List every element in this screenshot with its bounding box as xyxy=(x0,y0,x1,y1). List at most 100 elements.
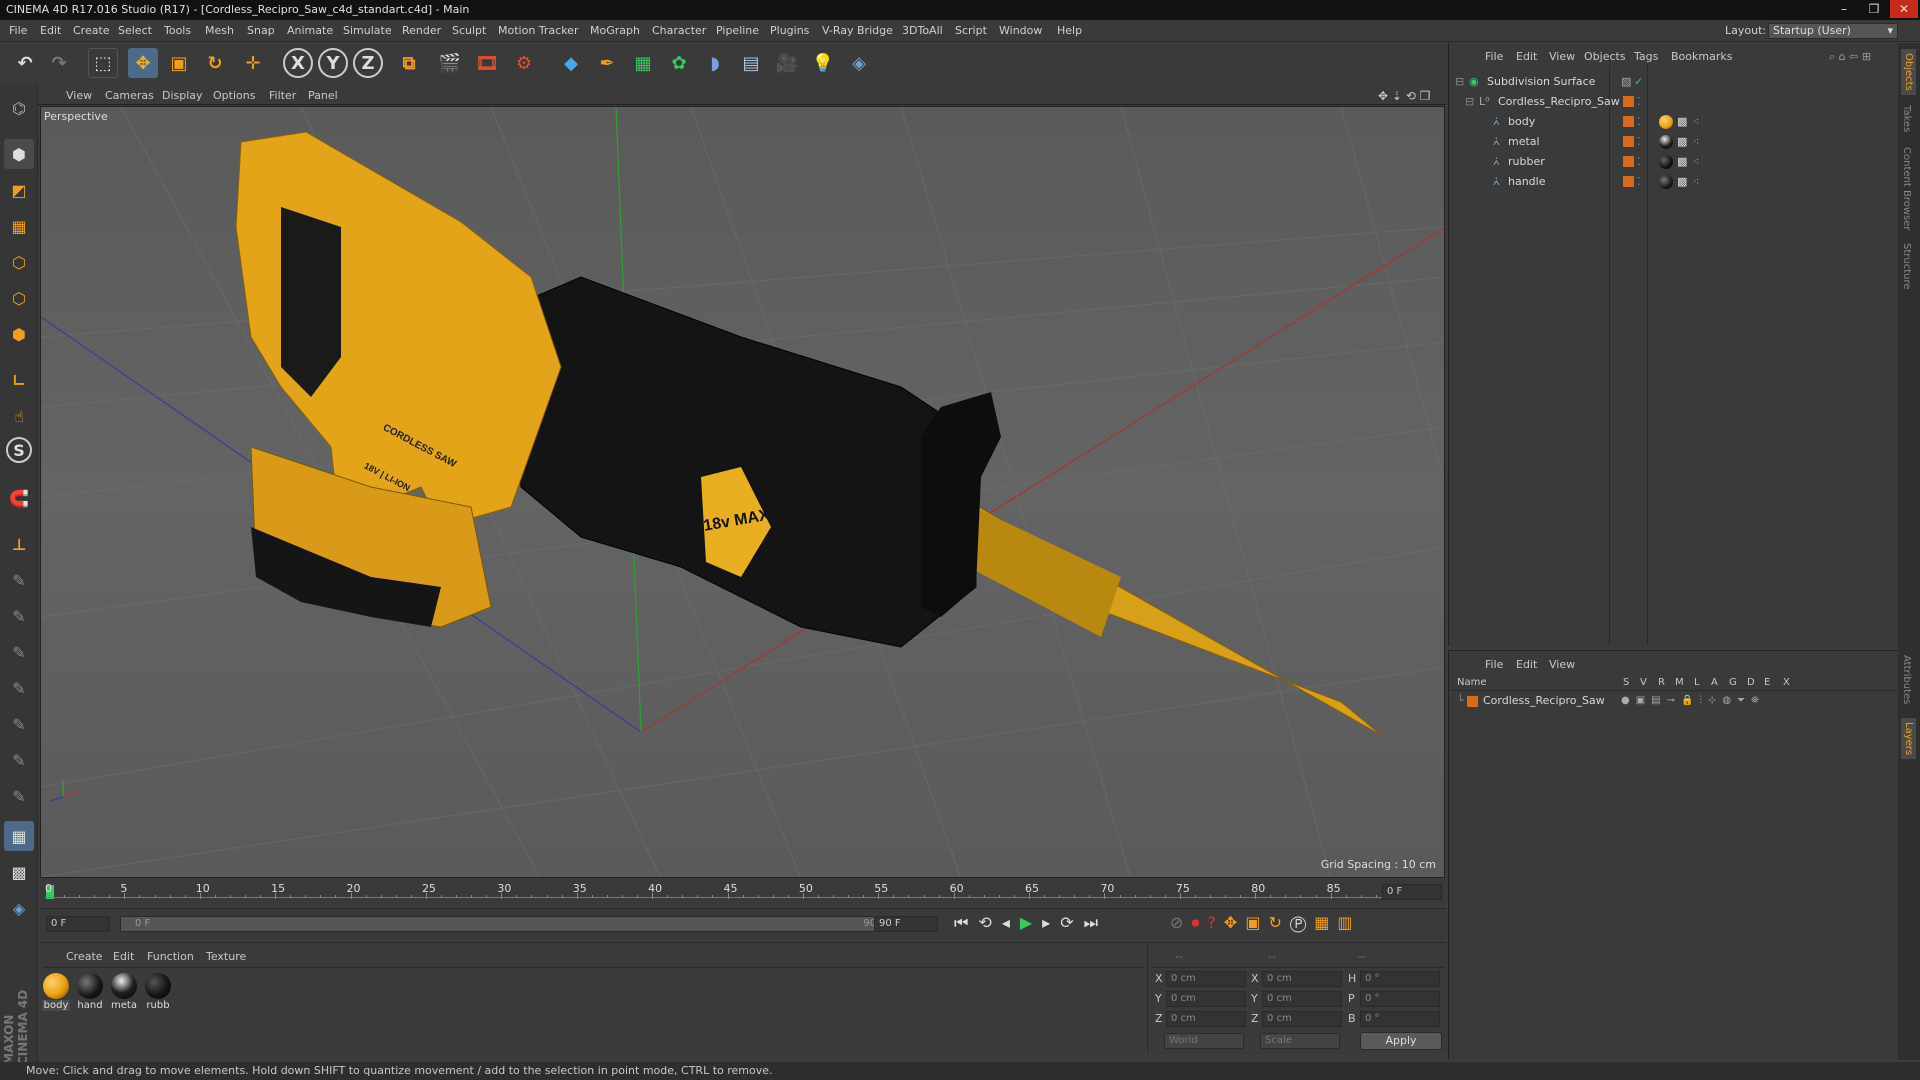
menu-3dtoall[interactable]: 3DToAll xyxy=(902,24,943,37)
search-icon[interactable]: ⌕ ⌂ ⇦ ⊞ xyxy=(1829,50,1871,64)
keyframe-controls[interactable]: ⊘⏺?✥▣↻Ⓟ▦▥ xyxy=(1170,913,1360,933)
tab-attributes[interactable]: Attributes xyxy=(1901,655,1912,704)
menu-character[interactable]: Character xyxy=(652,24,706,37)
object-row-subdivision[interactable]: ⊟ ◉ Subdivision Surface ▨ ✓ xyxy=(1449,72,1899,92)
step-back-icon[interactable]: ⟲ xyxy=(978,913,1001,932)
workplane-lock-button[interactable]: ▩ xyxy=(4,857,34,887)
axis-lock-button[interactable]: ⊥ xyxy=(4,529,34,559)
object-row-saw[interactable]: ⊟ L⁰ Cordless_Recipro_Saw ⁚ xyxy=(1449,92,1899,112)
z-axis-button[interactable]: Z xyxy=(353,48,383,78)
keyframe-off-icon[interactable]: ⊘ xyxy=(1170,913,1191,932)
menu-select[interactable]: Select xyxy=(118,24,152,37)
edges-mode-button[interactable]: ⬡ xyxy=(4,283,34,313)
render-picture-viewer-button[interactable]: 🎞 xyxy=(472,48,502,78)
menu-plugins[interactable]: Plugins xyxy=(770,24,809,37)
render-view-button[interactable]: 🎬 xyxy=(435,48,465,78)
polygons-mode-button[interactable]: ⬢ xyxy=(4,319,34,349)
mat-menu-create[interactable]: Create xyxy=(66,950,103,963)
material-rubber[interactable]: rubb xyxy=(144,973,172,1013)
key-param-icon[interactable]: Ⓟ xyxy=(1290,913,1314,932)
next-frame-icon[interactable]: ▸ xyxy=(1042,913,1060,932)
menu-mesh[interactable]: Mesh xyxy=(205,24,234,37)
tab-content-browser[interactable]: Content Browser xyxy=(1901,147,1912,230)
position-x-field[interactable]: 0 cm xyxy=(1166,971,1246,987)
phong-tag-icon[interactable]: ⁖ xyxy=(1693,132,1699,152)
coord-mode-dropdown[interactable]: Scale xyxy=(1260,1033,1340,1049)
size-x-field[interactable]: 0 cm xyxy=(1262,971,1342,987)
menu-edit[interactable]: Edit xyxy=(40,24,61,37)
record-icon[interactable]: ⏺ xyxy=(1191,913,1207,932)
position-z-field[interactable]: 0 cm xyxy=(1166,1011,1246,1027)
menu-file[interactable]: File xyxy=(9,24,27,37)
mograph-cloner-button[interactable]: ✿ xyxy=(664,48,694,78)
menu-script[interactable]: Script xyxy=(955,24,987,37)
menu-motion-tracker[interactable]: Motion Tracker xyxy=(498,24,578,37)
close-button[interactable]: ✕ xyxy=(1890,0,1918,18)
play-icon[interactable]: ▶ xyxy=(1020,913,1042,932)
loop-icon[interactable]: ⟳ xyxy=(1060,913,1083,932)
menu-pipeline[interactable]: Pipeline xyxy=(716,24,759,37)
tab-layers[interactable]: Layers xyxy=(1901,718,1916,760)
material-metal[interactable]: meta xyxy=(110,973,138,1013)
menu-animate[interactable]: Animate xyxy=(287,24,333,37)
cube-object-button[interactable]: ◆ xyxy=(556,48,586,78)
move-tool-button[interactable]: ✥ xyxy=(128,48,158,78)
layer-menu-edit[interactable]: Edit xyxy=(1516,658,1537,671)
model-mode-button[interactable]: ⬢ xyxy=(4,139,34,169)
texture-mode-button[interactable]: ◩ xyxy=(4,175,34,205)
sculpt-tool-3-button[interactable]: ✎ xyxy=(4,637,34,667)
layer-row[interactable]: └ Cordless_Recipro_Saw ●▣▤⊸🔒⫶⊹◍⏷⛯ xyxy=(1449,693,1899,709)
material-tag-icon[interactable] xyxy=(1659,155,1673,169)
viewport-menu-view[interactable]: View xyxy=(66,89,92,102)
key-pla-icon[interactable]: ▦ xyxy=(1314,913,1337,932)
viewport-menu-options[interactable]: Options xyxy=(213,89,255,102)
visibility-dots-icon[interactable]: ⁚ xyxy=(1637,92,1641,112)
object-row-rubber[interactable]: ⩑ rubber ⁚ ▩ ⁖ xyxy=(1449,152,1899,172)
tab-structure[interactable]: Structure xyxy=(1901,243,1912,290)
menu-window[interactable]: Window xyxy=(999,24,1042,37)
object-row-handle[interactable]: ⩑ handle ⁚ ▩ ⁖ xyxy=(1449,172,1899,192)
selection-tool-button[interactable]: ⬚ xyxy=(88,48,118,78)
x-axis-button[interactable]: X xyxy=(283,48,313,78)
current-frame-field[interactable]: 0 F xyxy=(1382,884,1442,900)
collapse-icon[interactable]: ⊟ xyxy=(1465,92,1474,112)
layer-color-swatch[interactable] xyxy=(1467,696,1478,707)
layer-menu-view[interactable]: View xyxy=(1549,658,1575,671)
obj-menu-file[interactable]: File xyxy=(1485,50,1503,63)
enabled-check-icon[interactable]: ✓ xyxy=(1634,72,1643,92)
apply-button[interactable]: Apply xyxy=(1360,1032,1442,1050)
make-editable-button[interactable]: ⌬ xyxy=(4,93,34,123)
python-script-button[interactable]: ◈ xyxy=(4,893,34,923)
menu-sculpt[interactable]: Sculpt xyxy=(452,24,486,37)
obj-menu-view[interactable]: View xyxy=(1549,50,1575,63)
sculpt-tool-4-button[interactable]: ✎ xyxy=(4,673,34,703)
visibility-dots-icon[interactable]: ⁚ xyxy=(1637,172,1641,192)
sculpt-tool-1-button[interactable]: ✎ xyxy=(4,565,34,595)
3d-viewport[interactable]: Perspective 18v MAX CORDLESS SAW 18V | L… xyxy=(40,106,1445,878)
visibility-icon[interactable]: ▨ xyxy=(1621,72,1631,92)
material-tag-icon[interactable] xyxy=(1659,115,1673,129)
rotate-tool-button[interactable]: ↻ xyxy=(200,48,230,78)
texture-tag-icon[interactable]: ▩ xyxy=(1677,172,1687,192)
visibility-dots-icon[interactable]: ⁚ xyxy=(1637,152,1641,172)
y-axis-button[interactable]: Y xyxy=(318,48,348,78)
material-body[interactable]: body xyxy=(42,973,70,1013)
texture-tag-icon[interactable]: ▩ xyxy=(1677,112,1687,132)
coordinate-system-button[interactable]: ⧉ xyxy=(394,48,424,78)
visibility-dots-icon[interactable]: ⁚ xyxy=(1637,112,1641,132)
tab-objects[interactable]: Objects xyxy=(1901,49,1916,95)
magnet-tool-button[interactable]: 🧲 xyxy=(4,483,34,513)
obj-menu-tags[interactable]: Tags xyxy=(1634,50,1658,63)
go-to-start-icon[interactable]: ⏮ xyxy=(954,913,978,932)
points-mode-button[interactable]: ⬡ xyxy=(4,247,34,277)
size-z-field[interactable]: 0 cm xyxy=(1262,1011,1342,1027)
phong-tag-icon[interactable]: ⁖ xyxy=(1693,112,1699,132)
texture-tag-icon[interactable]: ▩ xyxy=(1677,132,1687,152)
sculpt-tool-6-button[interactable]: ✎ xyxy=(4,745,34,775)
viewport-menu-cameras[interactable]: Cameras xyxy=(105,89,154,102)
frame-range-slider[interactable]: 0 F 90 F xyxy=(120,916,900,932)
playback-controls[interactable]: ⏮⟲◂▶▸⟳⏭ xyxy=(954,913,1108,933)
workplane-mode-button[interactable]: ▦ xyxy=(4,211,34,241)
deformer-button[interactable]: ◗ xyxy=(700,48,730,78)
sculpt-tool-5-button[interactable]: ✎ xyxy=(4,709,34,739)
